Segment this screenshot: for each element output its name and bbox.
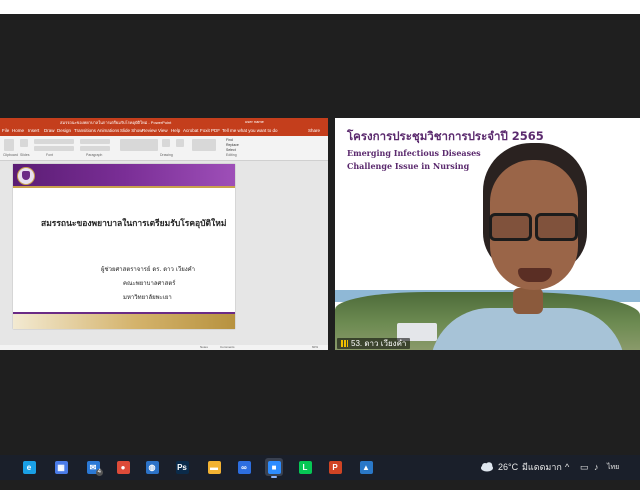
tab-acrobat[interactable]: Acrobat (183, 128, 199, 133)
participant-name-tag: 53. ดาว เวียงคำ (337, 338, 411, 349)
shape-fill-outline[interactable] (192, 139, 216, 151)
group-font: Font (46, 153, 54, 157)
ppt-ribbon-tabs: File Home Insert Draw Design Transitions… (0, 126, 328, 136)
slide-title: สมรรถนะของพยาบาลในการเตรียมรับโรคอุบัติใ… (41, 219, 227, 229)
replace-button[interactable]: Replace (226, 143, 239, 147)
slide-footer-band (13, 314, 235, 329)
current-slide[interactable]: สมรรถนะของพยาบาลในการเตรียมรับโรคอุบัติใ… (13, 164, 235, 329)
speaker-mouth (518, 268, 552, 282)
zoom-level[interactable]: 60% (312, 345, 318, 349)
arrange-button[interactable] (162, 139, 170, 147)
new-slide-button[interactable] (20, 139, 28, 147)
group-drawing: Drawing (160, 153, 173, 157)
slide-gold-divider (13, 186, 235, 188)
slide-header-band (13, 164, 235, 186)
taskbar-connect-button[interactable]: ∞ (235, 458, 253, 476)
tab-review[interactable]: Review (142, 128, 157, 133)
event-heading: โครงการประชุมวิชาการประจำปี 2565 (347, 129, 544, 143)
notes-button[interactable]: Notes (200, 345, 208, 349)
shared-screen-powerpoint: สมรรถนะของพยาบาลในการเตรียมรับโรคอุบัติใ… (0, 118, 328, 350)
tab-design[interactable]: Design (57, 128, 71, 133)
taskbar-line-button[interactable]: L (296, 458, 314, 476)
chrome-icon: ● (116, 460, 130, 474)
taskbar-store-button[interactable]: ▦ (52, 458, 70, 476)
slide-university: มหาวิทยาลัยพะเยา (123, 294, 172, 301)
taskbar-mail-button[interactable]: ✉ 4 (84, 458, 103, 476)
tab-transitions[interactable]: Transitions (74, 128, 96, 133)
photoshop-icon: Ps (175, 460, 189, 474)
taskbar-photos-button[interactable]: ▲ (357, 458, 375, 476)
input-language[interactable]: ไทย (607, 455, 619, 480)
slide-author: ผู้ช่วยศาสตราจารย์ ดร. ดาว เวียงคำ (101, 266, 196, 273)
right-lens (535, 213, 578, 241)
group-paragraph: Paragraph (86, 153, 103, 157)
tab-slide-show[interactable]: Slide Show (120, 128, 143, 133)
line-icon: L (298, 460, 312, 474)
audio-signal-icon (341, 340, 348, 348)
taskbar-chrome-button[interactable]: ● (114, 458, 132, 476)
tab-file[interactable]: File (2, 128, 9, 133)
powerpoint-icon: P (328, 460, 342, 474)
file-explorer-icon: ▬ (207, 460, 221, 474)
font-format-buttons[interactable] (34, 146, 74, 151)
ppt-user-name[interactable]: user name (245, 119, 264, 124)
slide-faculty: คณะพยาบาลศาสตร์ (123, 280, 176, 287)
volume-icon[interactable]: ♪ (594, 455, 599, 480)
taskbar-globe-button[interactable]: ◍ (143, 458, 161, 476)
speaker-glasses (489, 213, 579, 241)
ppt-title-bar: สมรรถนะของพยาบาลในการเตรียมรับโรคอุบัติใ… (0, 118, 328, 126)
speaker-video-tile[interactable]: โครงการประชุมวิชาการประจำปี 2565 Emergin… (335, 118, 640, 350)
tab-home[interactable]: Home (12, 128, 24, 133)
tab-view[interactable]: View (158, 128, 168, 133)
speaker-neck (513, 288, 543, 314)
tell-me-search[interactable]: Tell me what you want to do (222, 128, 278, 133)
taskbar-edge-button[interactable]: e (20, 458, 38, 476)
taskbar-zoom-button[interactable]: ■ (265, 458, 283, 478)
battery-icon[interactable]: ▭ (580, 455, 589, 480)
connect-icon: ∞ (237, 460, 251, 474)
select-button[interactable]: Select (226, 148, 236, 152)
group-editing: Editing (226, 153, 237, 157)
left-lens (489, 213, 532, 241)
top-black-bar-edge (0, 0, 640, 14)
windows-taskbar: e ▦ ✉ 4 ● ◍ Ps ▬ ∞ ■ L P ▲ 26°C มีแดดมาก ^ ▭ ♪ ไทย (0, 455, 640, 480)
comments-button[interactable]: Comments (220, 345, 235, 349)
event-subheading-1: Emerging Infectious Diseases (347, 148, 481, 158)
participant-name: 53. ดาว เวียงคำ (351, 339, 407, 348)
tray-overflow-icon[interactable]: ^ (565, 455, 569, 480)
bullets-buttons[interactable] (80, 139, 110, 144)
ppt-window-title: สมรรถนะของพยาบาลในการเตรียมรับโรคอุบัติใ… (60, 120, 172, 125)
event-subheading-2: Challenge Issue in Nursing (347, 161, 470, 171)
tab-foxit[interactable]: Foxit PDF (200, 128, 220, 133)
tab-animations[interactable]: Animations (97, 128, 119, 133)
university-logo-icon (17, 167, 35, 185)
share-button[interactable]: Share (308, 128, 320, 133)
photos-icon: ▲ (359, 460, 373, 474)
tab-insert[interactable]: Insert (28, 128, 39, 133)
taskbar-powerpoint-button[interactable]: P (326, 458, 344, 476)
mail-badge: 4 (95, 469, 103, 476)
ppt-status-bar: Notes Comments 60% (0, 345, 328, 350)
tab-help[interactable]: Help (171, 128, 180, 133)
edge-icon: e (22, 460, 36, 474)
weather-temperature[interactable]: 26°C (498, 455, 518, 480)
paste-button[interactable] (4, 139, 14, 151)
globe-icon: ◍ (145, 460, 159, 474)
tab-draw[interactable]: Draw (44, 128, 55, 133)
ppt-ribbon: Find Replace Select Clipboard Slides Fon… (0, 136, 328, 161)
font-name-select[interactable] (34, 139, 74, 144)
weather-cloud-icon[interactable] (480, 455, 494, 480)
align-buttons[interactable] (80, 146, 110, 151)
quick-styles-button[interactable] (176, 139, 184, 147)
taskbar-photoshop-button[interactable]: Ps (173, 458, 191, 476)
taskbar-file-explorer-button[interactable]: ▬ (205, 458, 223, 476)
group-slides: Slides (20, 153, 30, 157)
shapes-gallery[interactable] (120, 139, 158, 151)
weather-text[interactable]: มีแดดมาก (522, 455, 562, 480)
zoom-icon: ■ (267, 460, 281, 474)
group-clipboard: Clipboard (3, 153, 18, 157)
store-icon: ▦ (54, 460, 68, 474)
find-button[interactable]: Find (226, 138, 233, 142)
